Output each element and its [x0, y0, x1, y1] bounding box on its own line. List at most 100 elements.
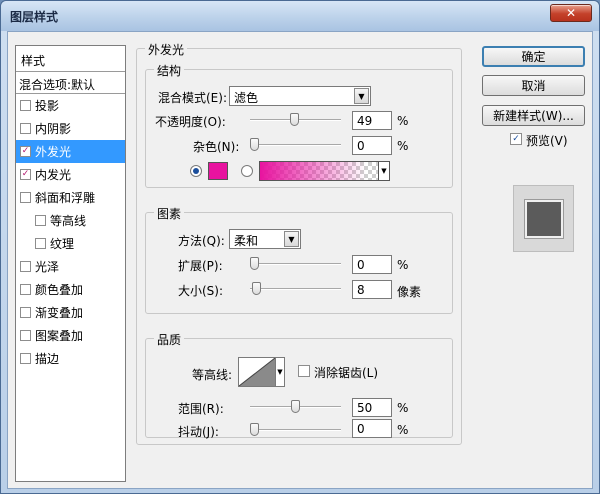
- spread-input[interactable]: 0: [352, 255, 392, 274]
- blend-mode-select[interactable]: 滤色 ▼: [229, 86, 371, 106]
- spread-slider-thumb[interactable]: [250, 257, 259, 270]
- size-slider[interactable]: [250, 282, 341, 296]
- size-slider-track: [250, 288, 341, 290]
- range-slider[interactable]: [250, 400, 341, 414]
- range-input[interactable]: 50: [352, 398, 392, 417]
- new-style-button[interactable]: 新建样式(W)...: [482, 105, 585, 126]
- style-checkbox[interactable]: [20, 192, 31, 203]
- antialias-checkbox[interactable]: [298, 365, 310, 377]
- dialog-body: 样式 混合选项:默认 投影内阴影外发光内发光斜面和浮雕等高线纹理光泽颜色叠加渐变…: [7, 31, 593, 489]
- style-item[interactable]: 等高线: [16, 209, 125, 232]
- style-checkbox[interactable]: [20, 330, 31, 341]
- size-input[interactable]: 8: [352, 280, 392, 299]
- layer-style-dialog: 图层样式 ✕ 样式 混合选项:默认 投影内阴影外发光内发光斜面和浮雕等高线纹理光…: [0, 0, 600, 494]
- style-checkbox[interactable]: [35, 215, 46, 226]
- style-item[interactable]: 渐变叠加: [16, 301, 125, 324]
- style-item-label: 图案叠加: [35, 329, 84, 343]
- style-item[interactable]: 描边: [16, 347, 125, 370]
- size-label: 大小(S):: [178, 284, 224, 298]
- contour-chevron-down-icon[interactable]: ▼: [275, 357, 285, 387]
- style-checkbox[interactable]: [35, 238, 46, 249]
- style-checkbox[interactable]: [20, 100, 31, 111]
- opacity-slider-thumb[interactable]: [290, 113, 300, 126]
- style-item-label: 颜色叠加: [35, 283, 84, 297]
- cancel-button[interactable]: 取消: [482, 75, 585, 96]
- structure-title: 结构: [154, 62, 185, 79]
- contour-picker[interactable]: [238, 357, 276, 387]
- style-item-label: 外发光: [35, 145, 72, 159]
- opacity-slider[interactable]: [250, 113, 341, 127]
- title-bar[interactable]: 图层样式 ✕: [1, 1, 599, 31]
- jitter-slider[interactable]: [250, 423, 341, 437]
- style-item[interactable]: 图案叠加: [16, 324, 125, 347]
- solid-color-radio[interactable]: [190, 165, 202, 177]
- quality-group: 品质 等高线: ▼ 消除锯齿(L) 范围(R): 50 % 抖动(J): 0 %: [145, 331, 453, 439]
- style-item-label: 描边: [35, 352, 60, 366]
- close-button[interactable]: ✕: [550, 4, 592, 22]
- chevron-down-icon: ▼: [354, 88, 369, 104]
- technique-value: 柔和: [234, 234, 259, 248]
- gradient-swatch[interactable]: [259, 161, 379, 181]
- noise-label: 杂色(N):: [193, 140, 240, 154]
- opacity-unit: %: [397, 114, 409, 128]
- jitter-slider-thumb[interactable]: [250, 423, 259, 436]
- styles-header[interactable]: 样式: [16, 46, 125, 72]
- antialias-label: 消除锯齿(L): [314, 366, 379, 380]
- technique-select[interactable]: 柔和 ▼: [229, 229, 301, 249]
- preview-checkbox[interactable]: [510, 133, 522, 145]
- close-icon: ✕: [565, 6, 577, 20]
- style-items: 投影内阴影外发光内发光斜面和浮雕等高线纹理光泽颜色叠加渐变叠加图案叠加描边: [16, 94, 125, 370]
- style-item[interactable]: 斜面和浮雕: [16, 186, 125, 209]
- glow-color-swatch[interactable]: [208, 162, 228, 180]
- style-checkbox[interactable]: [20, 284, 31, 295]
- style-item[interactable]: 投影: [16, 94, 125, 117]
- style-checkbox[interactable]: [20, 261, 31, 272]
- dialog-title: 图层样式: [10, 10, 59, 24]
- range-slider-thumb[interactable]: [291, 400, 300, 413]
- noise-input[interactable]: 0: [352, 136, 392, 155]
- outer-glow-title: 外发光: [145, 41, 188, 58]
- contour-linear-icon: [238, 357, 276, 387]
- jitter-slider-track: [250, 429, 341, 431]
- style-item-label: 内发光: [35, 168, 72, 182]
- style-item[interactable]: 外发光: [16, 140, 125, 163]
- style-item[interactable]: 纹理: [16, 232, 125, 255]
- style-checkbox[interactable]: [20, 353, 31, 364]
- style-item-label: 内阴影: [35, 122, 72, 136]
- noise-unit: %: [397, 139, 409, 153]
- style-item-label: 投影: [35, 99, 60, 113]
- quality-title: 品质: [154, 331, 185, 348]
- style-item[interactable]: 光泽: [16, 255, 125, 278]
- style-preview: [513, 185, 574, 252]
- noise-slider-thumb[interactable]: [250, 138, 259, 151]
- style-checkbox[interactable]: [20, 169, 31, 180]
- spread-unit: %: [397, 258, 409, 272]
- jitter-input[interactable]: 0: [352, 419, 392, 438]
- style-checkbox[interactable]: [20, 146, 31, 157]
- style-item[interactable]: 颜色叠加: [16, 278, 125, 301]
- blending-options-item[interactable]: 混合选项:默认: [16, 72, 125, 94]
- gradient-chevron-down-icon[interactable]: ▼: [378, 161, 390, 181]
- style-item[interactable]: 内发光: [16, 163, 125, 186]
- style-checkbox[interactable]: [20, 123, 31, 134]
- noise-slider[interactable]: [250, 138, 341, 152]
- style-item-label: 等高线: [50, 214, 87, 228]
- style-item-label: 纹理: [50, 237, 75, 251]
- style-item[interactable]: 内阴影: [16, 117, 125, 140]
- size-slider-thumb[interactable]: [252, 282, 262, 295]
- spread-slider[interactable]: [250, 257, 341, 271]
- opacity-input[interactable]: 49: [352, 111, 392, 130]
- noise-slider-track: [250, 144, 341, 146]
- outer-glow-group: 外发光 结构 混合模式(E): 滤色 ▼ 不透明度(O): 49 % 杂色(N)…: [136, 41, 462, 445]
- opacity-label: 不透明度(O):: [155, 115, 226, 129]
- gradient-radio[interactable]: [241, 165, 253, 177]
- style-item-label: 光泽: [35, 260, 60, 274]
- jitter-unit: %: [397, 423, 409, 437]
- style-checkbox[interactable]: [20, 307, 31, 318]
- range-label: 范围(R):: [178, 402, 224, 416]
- technique-label: 方法(Q):: [178, 234, 225, 248]
- blend-mode-value: 滤色: [234, 91, 259, 105]
- spread-label: 扩展(P):: [178, 259, 223, 273]
- ok-button[interactable]: 确定: [482, 46, 585, 67]
- size-unit: 像素: [397, 285, 422, 299]
